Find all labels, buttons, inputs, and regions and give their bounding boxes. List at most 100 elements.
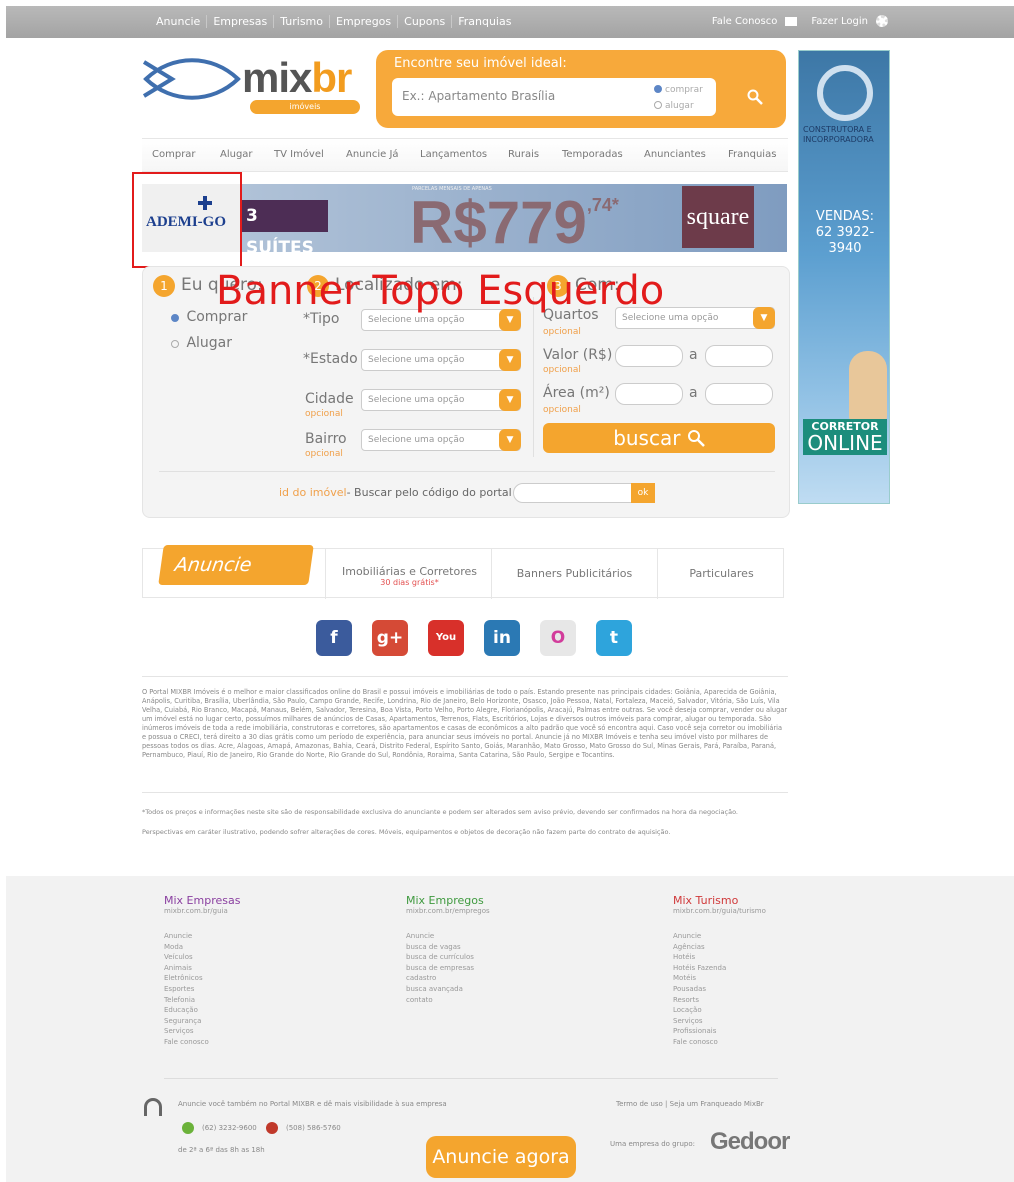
footer-link[interactable]: busca avançada bbox=[406, 984, 490, 995]
top-nav-franquias[interactable]: Franquias bbox=[452, 15, 517, 28]
google-plus-icon[interactable]: g+ bbox=[372, 620, 408, 656]
footer-link[interactable]: Motéis bbox=[673, 973, 766, 984]
area-min-input[interactable] bbox=[615, 383, 683, 405]
footer-link[interactable]: Moda bbox=[164, 942, 240, 953]
valor-max-input[interactable] bbox=[705, 345, 773, 367]
anuncie-banners[interactable]: Banners Publicitários bbox=[491, 549, 657, 599]
footer-col-turismo: Mix Turismo mixbr.com.br/guia/turismo An… bbox=[673, 894, 766, 1048]
step-1-number: 1 bbox=[153, 275, 175, 297]
footer-link[interactable]: Fale conosco bbox=[673, 1037, 766, 1048]
valor-min-input[interactable] bbox=[615, 345, 683, 367]
footer-link[interactable]: cadastro bbox=[406, 973, 490, 984]
anuncie-tag[interactable]: Anuncie bbox=[158, 545, 314, 585]
cidade-optional: opcional bbox=[305, 409, 343, 419]
footer-empregos-url[interactable]: mixbr.com.br/empregos bbox=[406, 907, 490, 915]
search-title: Encontre seu imóvel ideal: bbox=[394, 56, 567, 71]
search-input[interactable]: Ex.: Apartamento Brasília comprar alugar bbox=[392, 78, 716, 116]
estado-select[interactable]: Selecione uma opção ▼ bbox=[361, 349, 521, 371]
banner-suites: 3 SUÍTES bbox=[242, 200, 328, 258]
footer-link[interactable]: Eletrônicos bbox=[164, 973, 240, 984]
top-nav-anuncie[interactable]: Anuncie bbox=[150, 15, 208, 28]
radio-alugar[interactable]: alugar bbox=[654, 98, 703, 114]
area-max-input[interactable] bbox=[705, 383, 773, 405]
top-nav-empregos[interactable]: Empregos bbox=[330, 15, 399, 28]
footer-link[interactable]: Pousadas bbox=[673, 984, 766, 995]
facebook-icon[interactable]: f bbox=[316, 620, 352, 656]
footer-terms[interactable]: Termo de uso | Seja um Franqueado MixBr bbox=[616, 1100, 764, 1108]
anuncie-imobiliarias[interactable]: Imobiliárias e Corretores 30 dias grátis* bbox=[325, 549, 493, 599]
menu-rurais[interactable]: Rurais bbox=[508, 149, 539, 160]
footer-link[interactable]: Agências bbox=[673, 942, 766, 953]
footer-link[interactable]: Educação bbox=[164, 1005, 240, 1016]
radio-form-alugar[interactable]: Alugar bbox=[171, 335, 232, 351]
footer-link[interactable]: busca de currículos bbox=[406, 952, 490, 963]
footer-link[interactable]: Esportes bbox=[164, 984, 240, 995]
bairro-select[interactable]: Selecione uma opção ▼ bbox=[361, 429, 521, 451]
footer-link[interactable]: Profissionais bbox=[673, 1026, 766, 1037]
login-link[interactable]: Fazer Login bbox=[811, 16, 868, 27]
footer-link[interactable]: busca de empresas bbox=[406, 963, 490, 974]
footer-link[interactable]: Anuncie bbox=[164, 931, 240, 942]
footer-link[interactable]: Animais bbox=[164, 963, 240, 974]
buscar-button[interactable]: buscar bbox=[543, 423, 775, 453]
footer-turismo-url[interactable]: mixbr.com.br/guia/turismo bbox=[673, 907, 766, 915]
menu-anunciantes[interactable]: Anunciantes bbox=[644, 149, 706, 160]
footer-link[interactable]: busca de vagas bbox=[406, 942, 490, 953]
gratis-badge: 30 dias grátis* bbox=[380, 578, 439, 587]
menu-comprar[interactable]: Comprar bbox=[152, 149, 196, 160]
right-ad-banner[interactable]: CONSTRUTORA E INCORPORADORA VENDAS: 62 3… bbox=[798, 50, 890, 504]
linkedin-icon[interactable]: in bbox=[484, 620, 520, 656]
menu-tv-imovel[interactable]: TV Imóvel bbox=[274, 149, 324, 160]
footer-col-empregos: Mix Empregos mixbr.com.br/empregos Anunc… bbox=[406, 894, 490, 1005]
top-nav-cupons[interactable]: Cupons bbox=[398, 15, 453, 28]
footer-link[interactable]: contato bbox=[406, 995, 490, 1006]
radio-comprar[interactable]: comprar bbox=[654, 82, 703, 98]
footer-link[interactable]: Hotéis Fazenda bbox=[673, 963, 766, 974]
footer-link[interactable]: Fale conosco bbox=[164, 1037, 240, 1048]
footer-link[interactable]: Anuncie bbox=[406, 931, 490, 942]
menu-lancamentos[interactable]: Lançamentos bbox=[420, 149, 487, 160]
footer-link[interactable]: Anuncie bbox=[673, 931, 766, 942]
anuncie-bar: Anuncie Imobiliárias e Corretores 30 dias… bbox=[142, 545, 785, 599]
search-placeholder: Ex.: Apartamento Brasília bbox=[402, 89, 556, 103]
menu-franquias[interactable]: Franquias bbox=[728, 149, 776, 160]
disclaimer-images: Perspectivas em caráter ilustrativo, pod… bbox=[142, 828, 671, 836]
anuncie-agora-button[interactable]: Anuncie agora bbox=[426, 1136, 576, 1178]
top-nav-empresas[interactable]: Empresas bbox=[207, 15, 275, 28]
footer-link[interactable]: Serviços bbox=[164, 1026, 240, 1037]
mail-icon[interactable] bbox=[785, 16, 798, 26]
gedoor-logo[interactable]: Gedoor bbox=[710, 1128, 790, 1156]
search-button[interactable] bbox=[738, 80, 772, 114]
footer-link[interactable]: Serviços bbox=[673, 1016, 766, 1027]
footer-empresas-title[interactable]: Mix Empresas bbox=[164, 894, 240, 907]
orkut-icon[interactable]: O bbox=[540, 620, 576, 656]
corretor-online-button[interactable]: CORRETOR ONLINE bbox=[803, 419, 887, 455]
footer-empregos-title[interactable]: Mix Empregos bbox=[406, 894, 490, 907]
footer-link[interactable]: Locação bbox=[673, 1005, 766, 1016]
contact-link[interactable]: Fale Conosco bbox=[712, 16, 777, 27]
youtube-icon[interactable]: You bbox=[428, 620, 464, 656]
footer-link[interactable]: Veículos bbox=[164, 952, 240, 963]
footer-group-label: Uma empresa do grupo: bbox=[610, 1140, 696, 1148]
anuncie-particulares[interactable]: Particulares bbox=[657, 549, 785, 599]
footer-link[interactable]: Segurança bbox=[164, 1016, 240, 1027]
menu-temporadas[interactable]: Temporadas bbox=[562, 149, 623, 160]
footer-link[interactable]: Hotéis bbox=[673, 952, 766, 963]
footer-empresas-url[interactable]: mixbr.com.br/guia bbox=[164, 907, 240, 915]
cidade-select[interactable]: Selecione uma opção ▼ bbox=[361, 389, 521, 411]
id-ok-button[interactable]: ok bbox=[631, 483, 655, 503]
footer-turismo-title[interactable]: Mix Turismo bbox=[673, 894, 766, 907]
top-nav-right: Fale Conosco Fazer Login bbox=[712, 15, 888, 27]
menu-anuncie-ja[interactable]: Anuncie Já bbox=[346, 149, 399, 160]
gear-icon[interactable] bbox=[876, 15, 888, 27]
site-logo[interactable]: mixbr imóveis bbox=[142, 52, 372, 122]
bairro-optional: opcional bbox=[305, 449, 343, 459]
footer-link[interactable]: Resorts bbox=[673, 995, 766, 1006]
chevron-down-icon: ▼ bbox=[499, 429, 521, 451]
menu-alugar[interactable]: Alugar bbox=[220, 149, 253, 160]
top-nav-turismo[interactable]: Turismo bbox=[274, 15, 330, 28]
twitter-icon[interactable]: t bbox=[596, 620, 632, 656]
footer-link[interactable]: Telefonia bbox=[164, 995, 240, 1006]
radio-dot-icon bbox=[654, 101, 662, 109]
radio-dot-icon bbox=[171, 314, 179, 322]
